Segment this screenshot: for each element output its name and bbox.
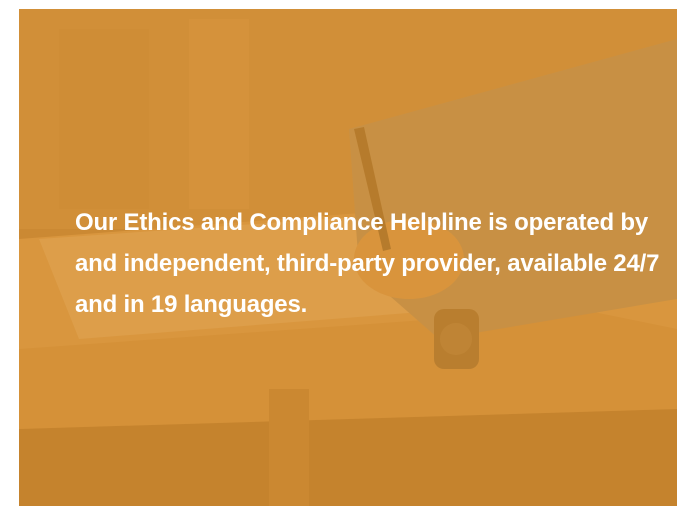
helpline-message: Our Ethics and Compliance Helpline is op… (75, 209, 660, 318)
page: Our Ethics and Compliance Helpline is op… (0, 0, 677, 506)
helpline-banner: Our Ethics and Compliance Helpline is op… (19, 9, 677, 506)
